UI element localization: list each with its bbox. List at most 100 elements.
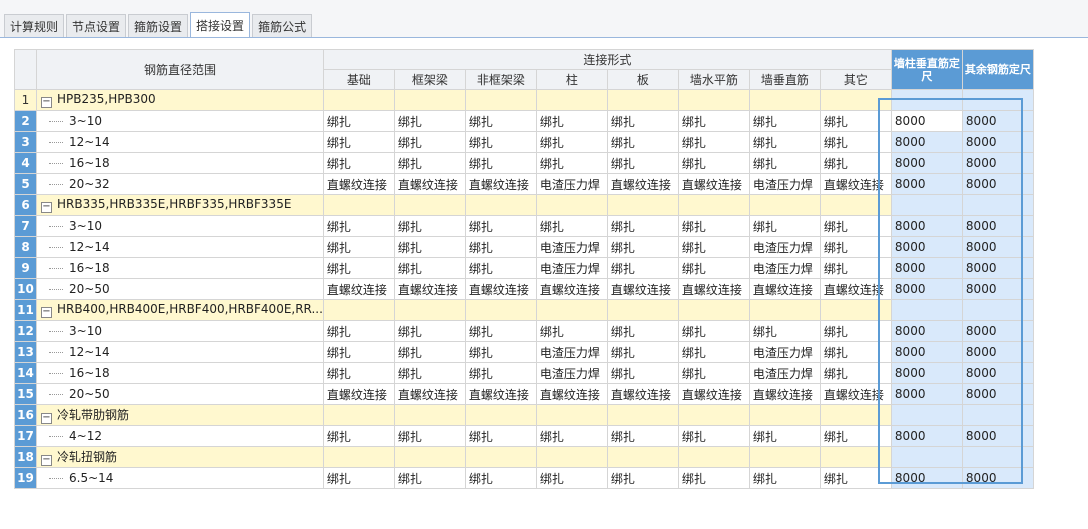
connection-cell-slab[interactable]: 绑扎 <box>606 152 679 174</box>
connection-cell-column[interactable] <box>535 194 608 216</box>
connection-cell-wall-horizontal[interactable] <box>677 194 750 216</box>
connection-cell-column[interactable]: 绑扎 <box>535 215 608 237</box>
header-foundation[interactable]: 基础 <box>322 69 395 90</box>
tab-stirrup-formula[interactable]: 箍筋公式 <box>252 14 313 37</box>
connection-cell-wall-horizontal[interactable]: 绑扎 <box>677 236 750 258</box>
connection-cell-foundation[interactable]: 绑扎 <box>322 467 395 489</box>
table-row[interactable]: 19 6.5~14 绑扎 绑扎 绑扎 绑扎 绑扎 绑扎 绑扎 绑扎 8000 8000 <box>14 467 1034 489</box>
wall-column-length-cell[interactable] <box>890 89 963 111</box>
connection-cell-wall-horizontal[interactable]: 绑扎 <box>677 257 750 279</box>
connection-cell-non-frame-beam[interactable]: 绑扎 <box>464 131 537 153</box>
connection-cell-frame-beam[interactable]: 绑扎 <box>393 110 466 132</box>
header-slab[interactable]: 板 <box>606 69 679 90</box>
other-length-cell[interactable]: 8000 <box>961 110 1034 132</box>
connection-cell-slab[interactable] <box>606 446 679 468</box>
other-length-cell[interactable] <box>961 194 1034 216</box>
connection-cell-slab[interactable]: 绑扎 <box>606 215 679 237</box>
table-row[interactable]: 8 12~14 绑扎 绑扎 绑扎 电渣压力焊 绑扎 绑扎 电渣压力焊 绑扎 8000 8000 <box>14 236 1034 258</box>
wall-column-length-cell[interactable] <box>890 194 963 216</box>
row-number[interactable]: 8 <box>14 236 37 258</box>
connection-cell-frame-beam[interactable]: 绑扎 <box>393 320 466 342</box>
other-length-cell[interactable]: 8000 <box>961 215 1034 237</box>
connection-cell-non-frame-beam[interactable]: 绑扎 <box>464 215 537 237</box>
connection-cell-wall-horizontal[interactable] <box>677 89 750 111</box>
other-length-cell[interactable] <box>961 89 1034 111</box>
connection-cell-foundation[interactable]: 绑扎 <box>322 257 395 279</box>
wall-column-length-cell[interactable]: 8000 <box>890 362 963 384</box>
group-row[interactable]: 18− 冷轧扭钢筋 <box>14 446 1034 468</box>
connection-cell-frame-beam[interactable]: 绑扎 <box>393 257 466 279</box>
row-number[interactable]: 10 <box>14 278 37 300</box>
connection-cell-frame-beam[interactable]: 绑扎 <box>393 236 466 258</box>
diameter-range-cell[interactable]: 12~14 <box>36 341 324 363</box>
other-length-cell[interactable] <box>961 446 1034 468</box>
row-number[interactable]: 18 <box>14 446 37 468</box>
connection-cell-non-frame-beam[interactable]: 绑扎 <box>464 341 537 363</box>
connection-cell-column[interactable]: 电渣压力焊 <box>535 362 608 384</box>
other-length-cell[interactable]: 8000 <box>961 236 1034 258</box>
diameter-range-cell[interactable]: 20~50 <box>36 383 324 405</box>
group-row[interactable]: 1− HPB235,HPB300 <box>14 89 1034 111</box>
connection-cell-other[interactable]: 绑扎 <box>819 236 892 258</box>
group-name-cell[interactable]: − HRB335,HRB335E,HRBF335,HRBF335E <box>36 194 324 216</box>
table-row[interactable]: 17 4~12 绑扎 绑扎 绑扎 绑扎 绑扎 绑扎 绑扎 绑扎 8000 8000 <box>14 425 1034 447</box>
connection-cell-foundation[interactable] <box>322 194 395 216</box>
connection-cell-non-frame-beam[interactable]: 绑扎 <box>464 152 537 174</box>
corner-cell[interactable] <box>14 49 37 90</box>
group-row[interactable]: 11− HRB400,HRB400E,HRBF400,HRBF400E,RR... <box>14 299 1034 321</box>
connection-cell-wall-vertical[interactable]: 电渣压力焊 <box>748 257 821 279</box>
other-length-cell[interactable]: 8000 <box>961 341 1034 363</box>
connection-cell-other[interactable]: 绑扎 <box>819 425 892 447</box>
table-row[interactable]: 4 16~18 绑扎 绑扎 绑扎 绑扎 绑扎 绑扎 绑扎 绑扎 8000 8000 <box>14 152 1034 174</box>
connection-cell-foundation[interactable] <box>322 89 395 111</box>
connection-cell-frame-beam[interactable]: 直螺纹连接 <box>393 383 466 405</box>
table-row[interactable]: 3 12~14 绑扎 绑扎 绑扎 绑扎 绑扎 绑扎 绑扎 绑扎 8000 8000 <box>14 131 1034 153</box>
connection-cell-wall-vertical[interactable] <box>748 404 821 426</box>
row-number[interactable]: 13 <box>14 341 37 363</box>
connection-cell-slab[interactable]: 绑扎 <box>606 341 679 363</box>
connection-cell-other[interactable]: 绑扎 <box>819 131 892 153</box>
connection-cell-wall-vertical[interactable] <box>748 89 821 111</box>
connection-cell-foundation[interactable]: 绑扎 <box>322 236 395 258</box>
connection-cell-non-frame-beam[interactable]: 绑扎 <box>464 320 537 342</box>
connection-cell-foundation[interactable]: 绑扎 <box>322 425 395 447</box>
other-length-cell[interactable] <box>961 299 1034 321</box>
row-number[interactable]: 16 <box>14 404 37 426</box>
table-row[interactable]: 15 20~50 直螺纹连接 直螺纹连接 直螺纹连接 直螺纹连接 直螺纹连接 直螺纹连接 直螺纹… <box>14 383 1034 405</box>
other-length-cell[interactable]: 8000 <box>961 131 1034 153</box>
connection-cell-foundation[interactable]: 绑扎 <box>322 152 395 174</box>
row-number[interactable]: 6 <box>14 194 37 216</box>
connection-cell-wall-horizontal[interactable]: 绑扎 <box>677 215 750 237</box>
connection-cell-column[interactable] <box>535 446 608 468</box>
diameter-range-cell[interactable]: 16~18 <box>36 362 324 384</box>
group-row[interactable]: 6− HRB335,HRB335E,HRBF335,HRBF335E <box>14 194 1034 216</box>
connection-cell-frame-beam[interactable]: 绑扎 <box>393 467 466 489</box>
table-row[interactable]: 9 16~18 绑扎 绑扎 绑扎 电渣压力焊 绑扎 绑扎 电渣压力焊 绑扎 8000 8000 <box>14 257 1034 279</box>
diameter-range-cell[interactable]: 6.5~14 <box>36 467 324 489</box>
wall-column-length-cell[interactable]: 8000 <box>890 110 963 132</box>
connection-cell-slab[interactable]: 绑扎 <box>606 257 679 279</box>
connection-cell-other[interactable] <box>819 89 892 111</box>
row-number[interactable]: 5 <box>14 173 37 195</box>
connection-cell-frame-beam[interactable] <box>393 89 466 111</box>
connection-cell-non-frame-beam[interactable]: 绑扎 <box>464 257 537 279</box>
tab-calculation-rules[interactable]: 计算规则 <box>4 14 65 37</box>
header-column[interactable]: 柱 <box>535 69 608 90</box>
connection-cell-slab[interactable] <box>606 89 679 111</box>
other-length-cell[interactable]: 8000 <box>961 467 1034 489</box>
connection-cell-other[interactable]: 直螺纹连接 <box>819 383 892 405</box>
connection-cell-wall-vertical[interactable] <box>748 446 821 468</box>
connection-cell-column[interactable]: 绑扎 <box>535 425 608 447</box>
table-row[interactable]: 5 20~32 直螺纹连接 直螺纹连接 直螺纹连接 电渣压力焊 直螺纹连接 直螺纹连接 电渣压力… <box>14 173 1034 195</box>
connection-cell-non-frame-beam[interactable] <box>464 446 537 468</box>
connection-cell-non-frame-beam[interactable]: 绑扎 <box>464 362 537 384</box>
row-number[interactable]: 7 <box>14 215 37 237</box>
connection-cell-foundation[interactable]: 绑扎 <box>322 131 395 153</box>
connection-cell-wall-horizontal[interactable]: 绑扎 <box>677 152 750 174</box>
collapse-toggle-icon[interactable]: − <box>41 413 52 424</box>
connection-cell-column[interactable]: 电渣压力焊 <box>535 173 608 195</box>
row-number[interactable]: 2 <box>14 110 37 132</box>
row-number[interactable]: 19 <box>14 467 37 489</box>
connection-cell-non-frame-beam[interactable]: 直螺纹连接 <box>464 173 537 195</box>
connection-cell-wall-vertical[interactable]: 直螺纹连接 <box>748 383 821 405</box>
